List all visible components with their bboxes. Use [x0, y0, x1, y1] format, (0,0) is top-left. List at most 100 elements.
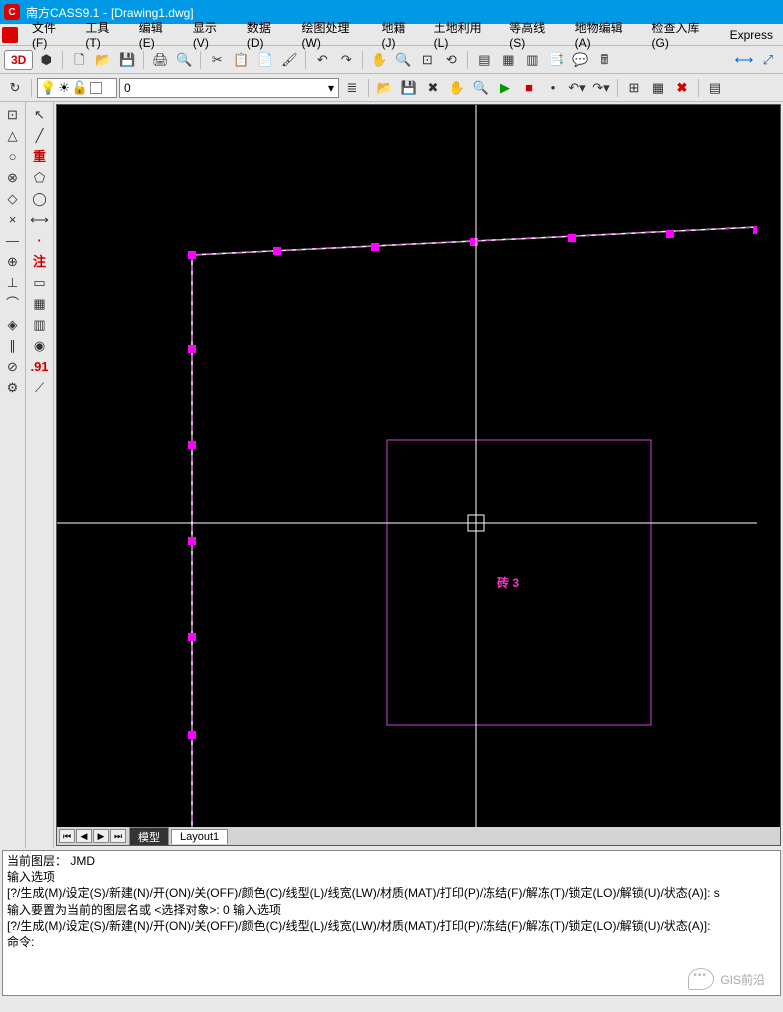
- snap-perp-icon[interactable]: ⊥: [2, 272, 24, 292]
- menu-edit[interactable]: 编辑(E): [131, 17, 185, 52]
- num91-icon[interactable]: .91: [29, 356, 51, 376]
- tab-nav-last[interactable]: ⏭: [110, 829, 126, 843]
- zoom-window-icon[interactable]: ⊡: [416, 49, 438, 71]
- cmd-line: [?/生成(M)/设定(S)/新建(N)/开(ON)/关(OFF)/颜色(C)/…: [7, 918, 776, 934]
- optimize-icon[interactable]: ◉: [29, 335, 51, 355]
- snap-extension-icon[interactable]: —: [2, 230, 24, 250]
- cmd-line: 当前图层： JMD: [7, 853, 776, 869]
- zoom2-icon[interactable]: 🔍: [470, 77, 492, 99]
- measure-icon[interactable]: ⟋: [29, 377, 51, 397]
- save2-icon[interactable]: 💾: [398, 77, 420, 99]
- menu-landuse[interactable]: 土地利用(L): [426, 17, 502, 52]
- circle-icon[interactable]: ◯: [29, 188, 51, 208]
- canvas-svg: 砖 3: [57, 105, 757, 831]
- tab-layout1[interactable]: Layout1: [171, 829, 228, 844]
- zoom-icon[interactable]: 🔍: [392, 49, 414, 71]
- tab-model[interactable]: 模型: [129, 827, 169, 846]
- menu-data[interactable]: 数据(D): [239, 17, 294, 52]
- layer-state[interactable]: 💡 ☀ 🔓: [37, 78, 117, 98]
- open-icon[interactable]: 📂: [92, 49, 114, 71]
- zoom-prev-icon[interactable]: ⟲: [440, 49, 462, 71]
- text-chong-icon[interactable]: 重: [29, 146, 51, 166]
- layer-dropdown[interactable]: 0 ▾: [119, 78, 339, 98]
- cut-icon[interactable]: ✂: [206, 49, 228, 71]
- tab-nav-first[interactable]: ⏮: [59, 829, 75, 843]
- snap-mid-icon[interactable]: △: [2, 125, 24, 145]
- undo-icon[interactable]: ↶: [311, 49, 333, 71]
- btn-3d[interactable]: 3D: [4, 50, 33, 70]
- tab-nav-next[interactable]: ▶: [93, 829, 109, 843]
- dim-align-icon[interactable]: ⤢: [757, 49, 779, 71]
- undo2-icon[interactable]: ↶▾: [566, 77, 588, 99]
- draw-line-icon[interactable]: ╱: [29, 125, 51, 145]
- snap-none-icon[interactable]: ⊘: [2, 356, 24, 376]
- snap-near-icon[interactable]: ◈: [2, 314, 24, 334]
- snap-insert-icon[interactable]: ⊕: [2, 251, 24, 271]
- menu-cadastre[interactable]: 地籍(J): [374, 17, 426, 52]
- preview-icon[interactable]: 🔍: [173, 49, 195, 71]
- drawing-canvas[interactable]: 砖 3 ⏮ ◀ ▶ ⏭ 模型 Layout1: [56, 104, 781, 846]
- menu-contour[interactable]: 等高线(S): [501, 17, 566, 52]
- stop-icon[interactable]: ■: [518, 77, 540, 99]
- dim-h-icon[interactable]: ⟷: [29, 209, 51, 229]
- chevron-down-icon: ▾: [328, 81, 334, 95]
- menu-draw[interactable]: 绘图处理(W): [294, 17, 374, 52]
- save-icon[interactable]: 💾: [116, 49, 138, 71]
- snap-node-icon[interactable]: ⊗: [2, 167, 24, 187]
- exit-icon[interactable]: ✖: [671, 77, 693, 99]
- calc-icon[interactable]: 🖩: [593, 49, 615, 71]
- menu-check[interactable]: 检查入库(G): [644, 17, 722, 52]
- layer-name-text: 0: [124, 81, 131, 95]
- paste-icon[interactable]: 📄: [254, 49, 276, 71]
- sheet-icon[interactable]: 📑: [545, 49, 567, 71]
- point-icon[interactable]: ·: [29, 230, 51, 250]
- lock-icon: 🔓: [72, 81, 88, 94]
- snap-endpoint-icon[interactable]: ⊡: [2, 104, 24, 124]
- layer-manager-icon[interactable]: ≣: [341, 77, 363, 99]
- cube-icon[interactable]: ⬢: [35, 49, 57, 71]
- redo2-icon[interactable]: ↷▾: [590, 77, 612, 99]
- dim-linear-icon[interactable]: ⟷: [733, 49, 755, 71]
- snap-intersect-icon[interactable]: ×: [2, 209, 24, 229]
- watermark-text: GIS前沿: [720, 971, 765, 988]
- hatch-icon[interactable]: ▦: [29, 293, 51, 313]
- snap-settings-icon[interactable]: ⚙: [2, 377, 24, 397]
- menu-edit-obj[interactable]: 地物编辑(A): [567, 17, 644, 52]
- pointer-icon[interactable]: ↖: [29, 104, 51, 124]
- design-center-icon[interactable]: ▦: [497, 49, 519, 71]
- toolbar-2: ↻ 💡 ☀ 🔓 0 ▾ ≣ 📂 💾 ✖ ✋ 🔍 ▶ ■ • ↶▾ ↷▾ ⊞ ▦ …: [0, 74, 783, 102]
- point2-icon[interactable]: •: [542, 77, 564, 99]
- match-icon[interactable]: 🖌: [278, 49, 300, 71]
- polygon-icon[interactable]: ⬠: [29, 167, 51, 187]
- text-zhu-icon[interactable]: 注: [29, 251, 51, 271]
- layer-tool-icon[interactable]: ▤: [704, 77, 726, 99]
- print-icon[interactable]: 🖨: [149, 49, 171, 71]
- cmd-line: [?/生成(M)/设定(S)/新建(N)/开(ON)/关(OFF)/颜色(C)/…: [7, 885, 776, 901]
- redo-icon[interactable]: ↷: [335, 49, 357, 71]
- tab-nav-prev[interactable]: ◀: [76, 829, 92, 843]
- menu-tool[interactable]: 工具(T): [77, 17, 130, 52]
- table-icon[interactable]: ▦: [647, 77, 669, 99]
- snap-tan-icon[interactable]: ⌒: [2, 293, 24, 313]
- command-window[interactable]: 当前图层： JMD 输入选项 [?/生成(M)/设定(S)/新建(N)/开(ON…: [2, 850, 781, 996]
- layer-icon[interactable]: ▭: [29, 272, 51, 292]
- menu-view[interactable]: 显示(V): [185, 17, 239, 52]
- snap-parallel-icon[interactable]: ∥: [2, 335, 24, 355]
- erase-icon[interactable]: ✖: [422, 77, 444, 99]
- snap-center-icon[interactable]: ○: [2, 146, 24, 166]
- open2-icon[interactable]: 📂: [374, 77, 396, 99]
- pan-icon[interactable]: ✋: [368, 49, 390, 71]
- markup-icon[interactable]: 💬: [569, 49, 591, 71]
- run-icon[interactable]: ▶: [494, 77, 516, 99]
- snap-quad-icon[interactable]: ◇: [2, 188, 24, 208]
- tool-palette-icon[interactable]: ▥: [521, 49, 543, 71]
- pan2-icon[interactable]: ✋: [446, 77, 468, 99]
- grid-icon[interactable]: ▥: [29, 314, 51, 334]
- new-icon[interactable]: 🗋: [68, 49, 90, 71]
- properties-icon[interactable]: ▤: [473, 49, 495, 71]
- menu-file[interactable]: 文件(F): [24, 17, 77, 52]
- layer-refresh-icon[interactable]: ↻: [4, 77, 26, 99]
- menu-express[interactable]: Express: [722, 26, 781, 44]
- window-icon[interactable]: ⊞: [623, 77, 645, 99]
- copy-icon[interactable]: 📋: [230, 49, 252, 71]
